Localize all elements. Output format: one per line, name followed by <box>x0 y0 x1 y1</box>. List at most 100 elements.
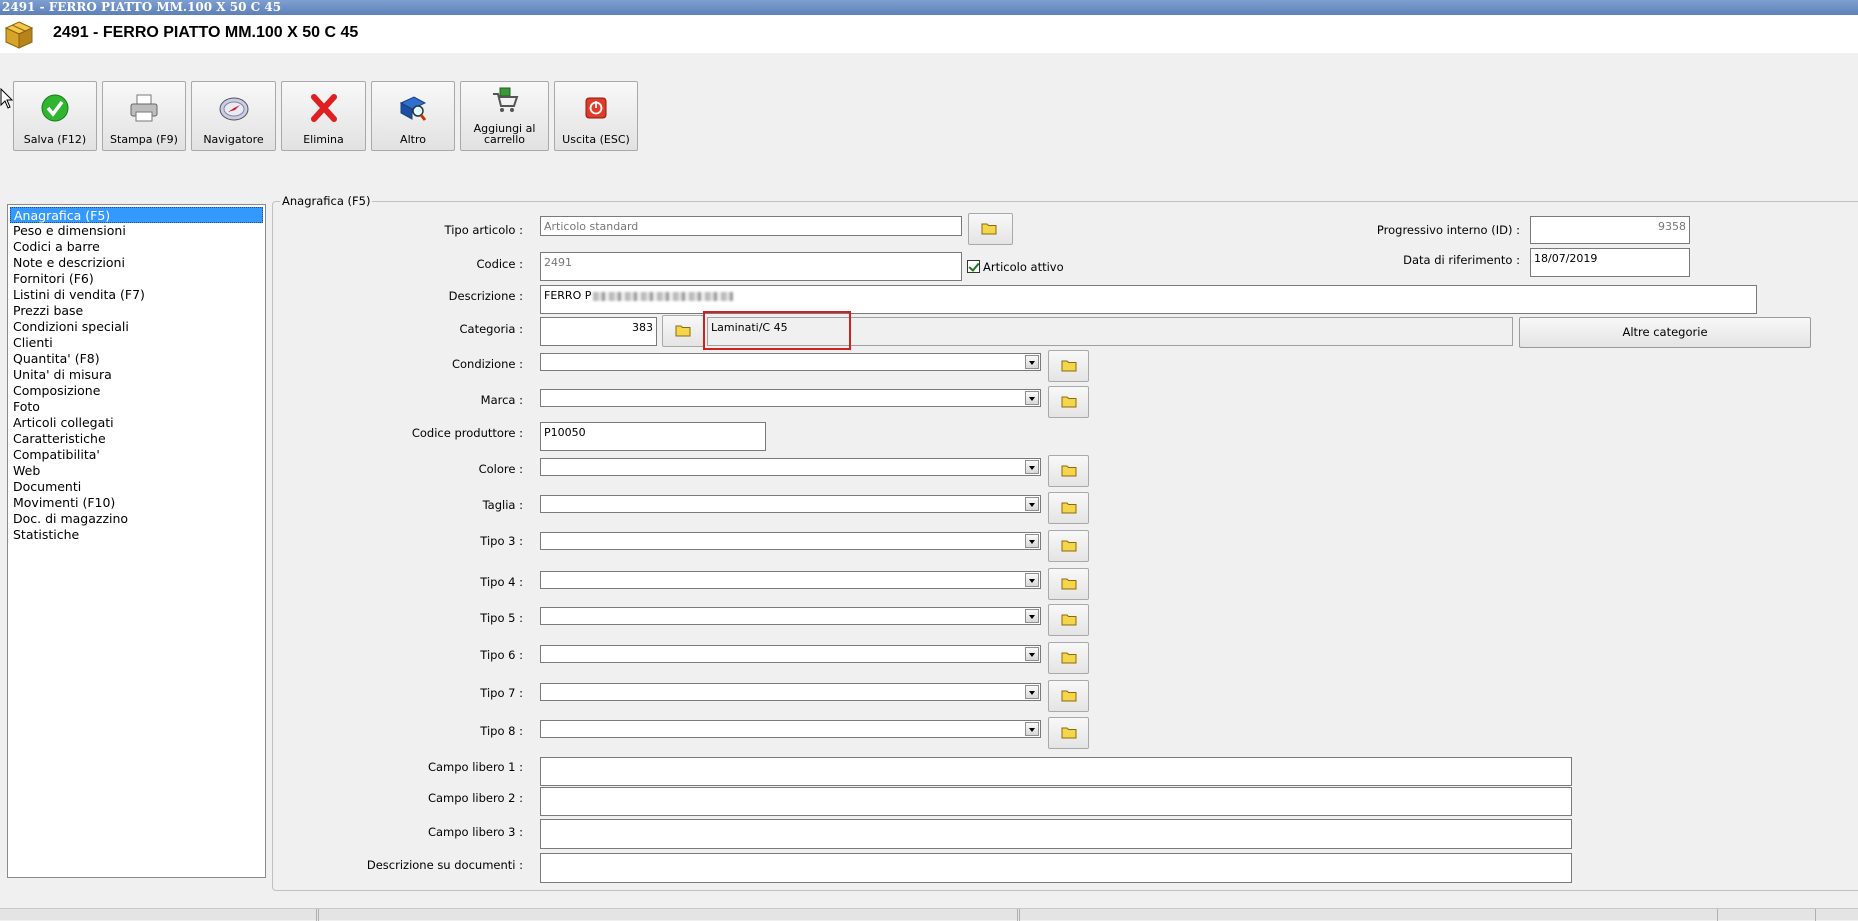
nav-item-unita-misura[interactable]: Unita' di misura <box>10 367 263 383</box>
chevron-down-icon[interactable] <box>1025 497 1039 511</box>
tipo6-browse-button[interactable] <box>1048 642 1089 674</box>
print-button-label: Stampa (F9) <box>110 133 178 146</box>
campo-libero-1-field[interactable] <box>540 757 1572 786</box>
descrizione-documenti-label: Descrizione su documenti : <box>366 858 523 872</box>
status-separator <box>1717 909 1718 921</box>
tipo4-browse-button[interactable] <box>1048 568 1089 600</box>
tipo8-dropdown[interactable] <box>540 720 1041 738</box>
chevron-down-icon[interactable] <box>1025 355 1039 369</box>
status-bar <box>0 908 1858 921</box>
other-button[interactable]: Altro <box>371 81 455 151</box>
nav-item-caratteristiche[interactable]: Caratteristiche <box>10 431 263 447</box>
colore-dropdown[interactable] <box>540 458 1041 476</box>
tipo5-dropdown[interactable] <box>540 607 1041 625</box>
chevron-down-icon[interactable] <box>1025 685 1039 699</box>
nav-item-note-descrizioni[interactable]: Note e descrizioni <box>10 255 263 271</box>
articolo-attivo-checkbox[interactable] <box>967 260 980 273</box>
marca-dropdown[interactable] <box>540 389 1041 407</box>
chevron-down-icon[interactable] <box>1025 391 1039 405</box>
chevron-down-icon[interactable] <box>1025 534 1039 548</box>
taglia-dropdown[interactable] <box>540 495 1041 513</box>
descrizione-field[interactable]: FERRO P <box>540 285 1757 314</box>
colore-browse-button[interactable] <box>1048 455 1089 487</box>
tipo8-label: Tipo 8 : <box>480 724 523 738</box>
tipo-articolo-label: Tipo articolo : <box>444 223 523 237</box>
tipo5-browse-button[interactable] <box>1048 604 1089 636</box>
nav-item-anagrafica[interactable]: Anagrafica (F5) <box>10 207 263 223</box>
header-bar: 2491 - FERRO PIATTO MM.100 X 50 C 45 <box>0 15 1858 53</box>
folder-icon <box>675 325 691 337</box>
altre-categorie-button[interactable]: Altre categorie <box>1519 317 1811 348</box>
nav-item-codici-barre[interactable]: Codici a barre <box>10 239 263 255</box>
folder-icon <box>1061 690 1077 702</box>
other-button-label: Altro <box>400 133 426 146</box>
add-to-cart-button[interactable]: Aggiungi al carrello <box>460 81 549 151</box>
window-title-bar: 2491 - FERRO PIATTO MM.100 X 50 C 45 <box>0 0 1858 15</box>
colore-label: Colore : <box>478 462 523 476</box>
navigator-button[interactable]: Navigatore <box>191 81 276 151</box>
tipo8-browse-button[interactable] <box>1048 717 1089 749</box>
exit-button[interactable]: Uscita (ESC) <box>554 81 638 151</box>
redacted-text <box>593 291 734 301</box>
nav-item-composizione[interactable]: Composizione <box>10 383 263 399</box>
power-icon <box>585 97 607 119</box>
nav-item-prezzi-base[interactable]: Prezzi base <box>10 303 263 319</box>
marca-browse-button[interactable] <box>1048 386 1089 418</box>
tipo6-dropdown[interactable] <box>540 645 1041 663</box>
nav-item-statistiche[interactable]: Statistiche <box>10 527 263 543</box>
chevron-down-icon[interactable] <box>1025 460 1039 474</box>
save-button[interactable]: Salva (F12) <box>13 81 97 151</box>
nav-item-doc-magazzino[interactable]: Doc. di magazzino <box>10 511 263 527</box>
chevron-down-icon[interactable] <box>1025 647 1039 661</box>
tipo3-browse-button[interactable] <box>1048 530 1089 562</box>
nav-item-peso-dimensioni[interactable]: Peso e dimensioni <box>10 223 263 239</box>
nav-item-quantita[interactable]: Quantita' (F8) <box>10 351 263 367</box>
taglia-label: Taglia : <box>482 498 523 512</box>
exit-button-label: Uscita (ESC) <box>562 133 630 146</box>
status-separator <box>1019 909 1020 921</box>
marca-label: Marca : <box>480 393 523 407</box>
codice-produttore-field[interactable]: P10050 <box>540 422 766 451</box>
categoria-browse-button[interactable] <box>662 315 704 347</box>
nav-item-web[interactable]: Web <box>10 463 263 479</box>
tipo3-dropdown[interactable] <box>540 532 1041 550</box>
codice-produttore-label: Codice produttore : <box>411 426 523 440</box>
section-list: Anagrafica (F5) Peso e dimensioni Codici… <box>7 204 266 878</box>
tipo7-browse-button[interactable] <box>1048 680 1089 712</box>
nav-item-condizioni-speciali[interactable]: Condizioni speciali <box>10 319 263 335</box>
chevron-down-icon[interactable] <box>1025 722 1039 736</box>
nav-item-compatibilita[interactable]: Compatibilita' <box>10 447 263 463</box>
data-riferimento-field[interactable]: 18/07/2019 <box>1530 248 1690 277</box>
cart-icon <box>492 87 518 112</box>
tipo4-dropdown[interactable] <box>540 571 1041 589</box>
codice-label: Codice : <box>476 257 524 271</box>
folder-icon <box>1061 652 1077 664</box>
nav-item-articoli-collegati[interactable]: Articoli collegati <box>10 415 263 431</box>
navigator-button-label: Navigatore <box>203 133 264 146</box>
nav-item-fornitori[interactable]: Fornitori (F6) <box>10 271 263 287</box>
delete-button[interactable]: Elimina <box>281 81 366 151</box>
campo-libero-3-label: Campo libero 3 : <box>427 825 523 839</box>
nav-item-clienti[interactable]: Clienti <box>10 335 263 351</box>
tipo-articolo-browse-button[interactable] <box>968 213 1013 245</box>
nav-item-movimenti[interactable]: Movimenti (F10) <box>10 495 263 511</box>
categoria-label: Categoria : <box>459 322 524 336</box>
taglia-browse-button[interactable] <box>1048 492 1089 524</box>
nav-item-foto[interactable]: Foto <box>10 399 263 415</box>
tipo-articolo-field[interactable]: Articolo standard <box>540 216 962 236</box>
tipo7-dropdown[interactable] <box>540 683 1041 701</box>
campo-libero-2-field[interactable] <box>540 787 1572 816</box>
categoria-code-field[interactable]: 383 <box>540 317 657 346</box>
descrizione-documenti-field[interactable] <box>540 853 1572 883</box>
campo-libero-3-field[interactable] <box>540 819 1572 849</box>
chevron-down-icon[interactable] <box>1025 609 1039 623</box>
nav-item-documenti[interactable]: Documenti <box>10 479 263 495</box>
check-icon <box>41 94 69 122</box>
nav-item-listini-vendita[interactable]: Listini di vendita (F7) <box>10 287 263 303</box>
folder-icon <box>1061 578 1077 590</box>
condizione-browse-button[interactable] <box>1048 350 1089 382</box>
condizione-dropdown[interactable] <box>540 353 1041 371</box>
chevron-down-icon[interactable] <box>1025 573 1039 587</box>
codice-field[interactable]: 2491 <box>540 252 962 281</box>
print-button[interactable]: Stampa (F9) <box>102 81 186 151</box>
